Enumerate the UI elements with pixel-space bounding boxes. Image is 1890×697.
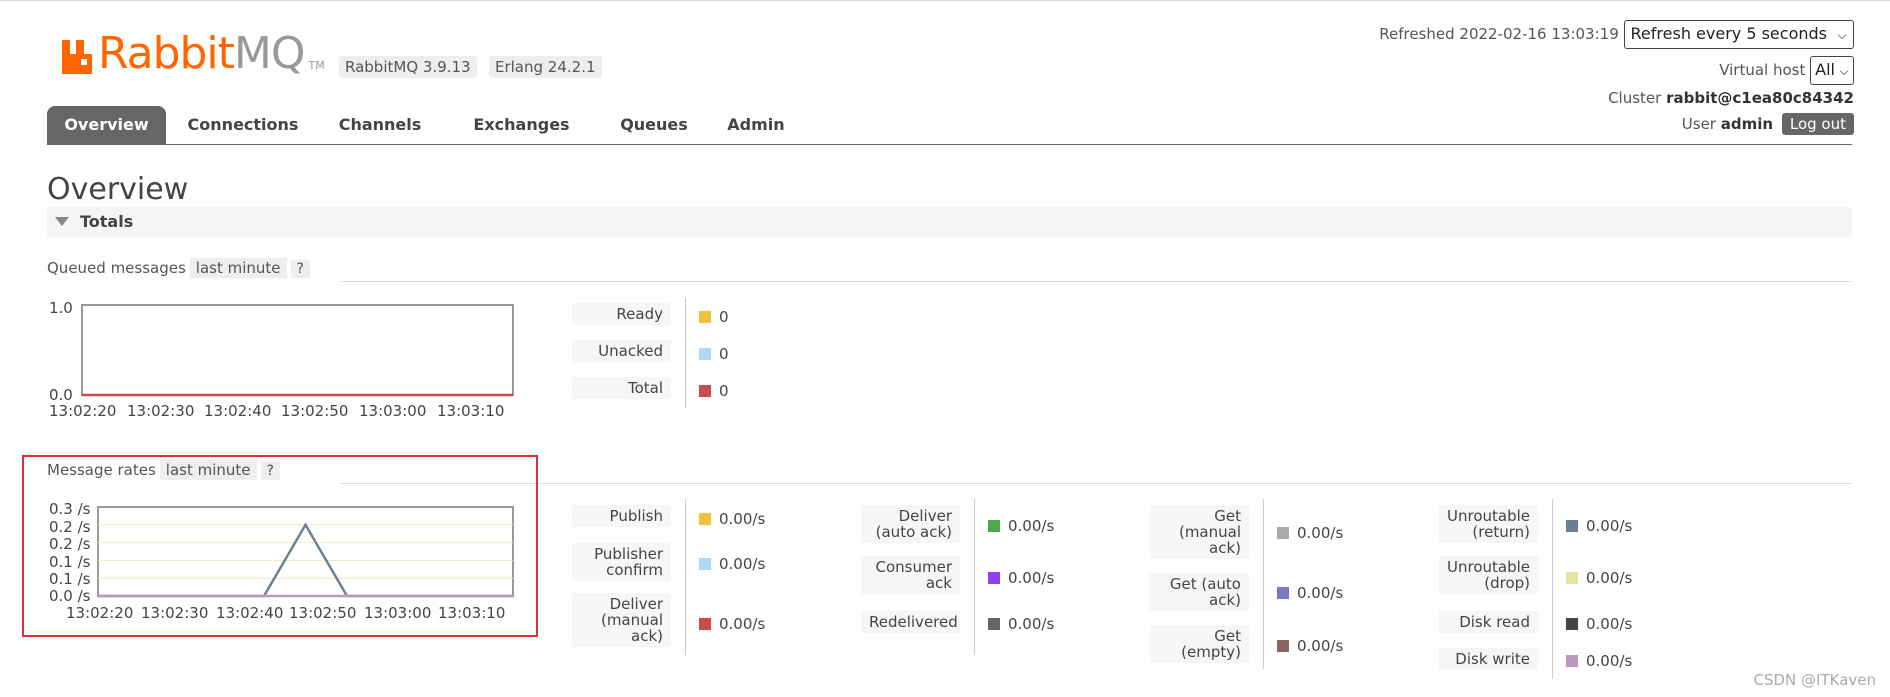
stat-label-unroutable-return: Unroutable (return) (1439, 505, 1538, 543)
stat-value-disk-read: 0.00/s (1566, 615, 1632, 633)
stat-label-deliver-manual-ack: Deliver (manual ack) (572, 593, 671, 647)
divider (685, 298, 686, 408)
legend-swatch (699, 348, 711, 360)
total-value: 0 (719, 382, 729, 400)
x-tick-label: 13:03:10 (437, 402, 505, 420)
legend-swatch (1566, 572, 1578, 584)
stat-value-deliver-manual-ack: 0.00/s (699, 615, 765, 633)
ready-value: 0 (719, 308, 729, 326)
stat-label-deliver-auto-ack: Deliver (auto ack) (861, 505, 960, 543)
x-tick-label: 13:02:30 (127, 402, 195, 420)
stat-value-get-empty: 0.00/s (1277, 637, 1343, 655)
x-tick-label: 13:02:20 (49, 402, 117, 420)
x-tick-label: 13:03:00 (359, 402, 427, 420)
legend-swatch (699, 311, 711, 323)
stat-label-unroutable-drop: Unroutable (drop) (1439, 556, 1538, 594)
x-tick-label: 13:02:50 (281, 402, 349, 420)
stat-value-get-manual-ack: 0.00/s (1277, 524, 1343, 542)
get-manual-ack-value: 0.00/s (1297, 524, 1344, 542)
legend-swatch (1566, 655, 1578, 667)
get-empty-value: 0.00/s (1297, 637, 1344, 655)
stat-value-unroutable-return: 0.00/s (1566, 517, 1632, 535)
stat-value-get-auto-ack: 0.00/s (1277, 584, 1343, 602)
legend-swatch (1277, 640, 1289, 652)
publisher-confirm-value: 0.00/s (719, 555, 766, 573)
stat-label-get-auto-ack: Get (auto ack) (1150, 573, 1249, 611)
stat-value-publish: 0.00/s (699, 510, 765, 528)
stat-value-ready: 0 (699, 308, 729, 326)
unroutable-return-value: 0.00/s (1586, 517, 1633, 535)
publish-value: 0.00/s (719, 510, 766, 528)
legend-swatch (988, 572, 1000, 584)
legend-swatch (1566, 520, 1578, 532)
legend-swatch (1277, 527, 1289, 539)
stat-label-unacked: Unacked (572, 340, 671, 362)
stat-value-deliver-auto-ack: 0.00/s (988, 517, 1054, 535)
get-auto-ack-value: 0.00/s (1297, 584, 1344, 602)
stat-value-publisher-confirm: 0.00/s (699, 555, 765, 573)
legend-swatch (699, 618, 711, 630)
chart-plot-area (81, 304, 514, 396)
deliver-manual-ack-value: 0.00/s (719, 615, 766, 633)
divider (1263, 499, 1264, 669)
divider (685, 499, 686, 655)
legend-swatch (988, 520, 1000, 532)
redelivered-value: 0.00/s (1008, 615, 1055, 633)
legend-swatch (699, 513, 711, 525)
stat-label-disk-write: Disk write (1439, 648, 1538, 670)
disk-read-value: 0.00/s (1586, 615, 1633, 633)
legend-swatch (699, 558, 711, 570)
stat-value-unroutable-drop: 0.00/s (1566, 569, 1632, 587)
legend-swatch (1566, 618, 1578, 630)
legend-swatch (699, 385, 711, 397)
stat-label-total: Total (572, 377, 671, 399)
divider (1552, 499, 1553, 679)
deliver-auto-ack-value: 0.00/s (1008, 517, 1055, 535)
disk-write-value: 0.00/s (1586, 652, 1633, 670)
stat-label-get-manual-ack: Get (manual ack) (1150, 505, 1249, 559)
stat-value-total: 0 (699, 382, 729, 400)
watermark: CSDN @ITKaven (1753, 671, 1877, 689)
stat-value-consumer-ack: 0.00/s (988, 569, 1054, 587)
stat-label-disk-read: Disk read (1439, 611, 1538, 633)
divider (340, 483, 1852, 484)
unroutable-drop-value: 0.00/s (1586, 569, 1633, 587)
stat-label-publish: Publish (572, 505, 671, 527)
stat-value-disk-write: 0.00/s (1566, 652, 1632, 670)
stat-label-publisher-confirm: Publisher confirm (572, 543, 671, 581)
stat-value-redelivered: 0.00/s (988, 615, 1054, 633)
stat-value-unacked: 0 (699, 345, 729, 363)
stat-label-redelivered: Redelivered (861, 611, 960, 633)
divider (974, 499, 975, 655)
legend-swatch (1277, 587, 1289, 599)
stat-label-ready: Ready (572, 303, 671, 325)
consumer-ack-value: 0.00/s (1008, 569, 1055, 587)
stat-label-get-empty: Get (empty) (1150, 625, 1249, 663)
stat-label-consumer-ack: Consumer ack (861, 556, 960, 594)
x-tick-label: 13:02:40 (204, 402, 272, 420)
highlight-box (22, 455, 538, 637)
y-tick-label: 1.0 (49, 299, 73, 317)
legend-swatch (988, 618, 1000, 630)
unacked-value: 0 (719, 345, 729, 363)
